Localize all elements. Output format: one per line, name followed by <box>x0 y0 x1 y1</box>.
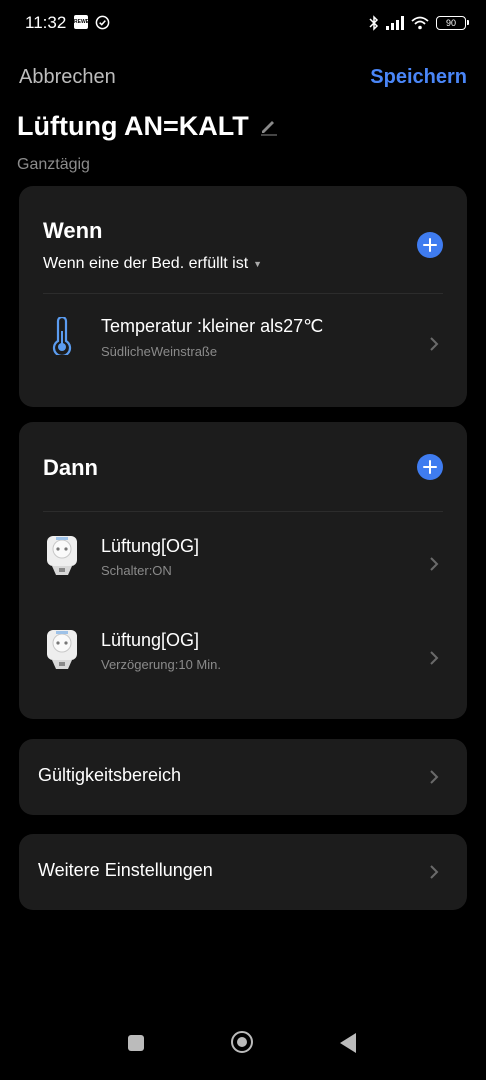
bluetooth-icon <box>369 15 379 31</box>
cancel-button[interactable]: Abbrechen <box>19 66 116 89</box>
when-title: Wenn <box>43 218 103 243</box>
more-settings-row[interactable]: Weitere Einstellungen <box>19 834 467 910</box>
recent-apps-icon[interactable] <box>128 1035 144 1051</box>
schedule-subtitle: Ganztägig <box>17 156 90 173</box>
edit-pencil-icon[interactable] <box>259 116 279 136</box>
rewe-icon: REWE <box>74 15 89 29</box>
action-row-switch[interactable]: Lüftung[OG] Schalter:ON <box>19 512 467 606</box>
condition-mode-dropdown[interactable]: Wenn eine der Bed. erfüllt ist ▼ <box>43 255 262 273</box>
system-nav-bar <box>0 1020 486 1080</box>
wifi-icon <box>411 16 429 30</box>
status-time: 11:32 <box>25 13 67 32</box>
chevron-right-icon <box>430 651 439 665</box>
battery-icon: 90 <box>436 16 469 30</box>
more-settings-label: Weitere Einstellungen <box>38 860 213 880</box>
chevron-right-icon <box>430 865 439 879</box>
save-button[interactable]: Speichern <box>370 66 467 89</box>
back-icon[interactable] <box>340 1033 356 1053</box>
then-title: Dann <box>43 455 98 480</box>
condition-title: Temperatur :kleiner als27℃ <box>101 316 324 336</box>
action-device-name: Lüftung[OG] <box>101 630 200 650</box>
smart-plug-icon <box>47 630 77 669</box>
add-action-button[interactable] <box>417 454 443 480</box>
chevron-down-icon: ▼ <box>253 259 263 269</box>
smart-plug-icon <box>47 536 77 575</box>
condition-mode-label: Wenn eine der Bed. erfüllt ist <box>43 255 249 272</box>
header: Abbrechen Speichern <box>0 66 486 94</box>
chevron-right-icon <box>430 337 439 351</box>
validity-scope-label: Gültigkeitsbereich <box>38 765 182 785</box>
when-card: Wenn Wenn eine der Bed. erfüllt ist ▼ Te… <box>19 186 467 407</box>
status-icons: 90 <box>369 13 469 33</box>
action-detail: Schalter:ON <box>101 563 172 578</box>
status-bar: 11:32 REWE 90 <box>0 0 486 46</box>
thermometer-icon <box>52 317 72 355</box>
condition-location: SüdlicheWeinstraße <box>101 344 218 359</box>
signal-icon <box>386 16 404 30</box>
chevron-right-icon <box>430 557 439 571</box>
action-device-name: Lüftung[OG] <box>101 536 200 556</box>
then-card: Dann Lüftung[OG] Schalter:ON Lüftung[OG]… <box>19 422 467 719</box>
action-row-delay[interactable]: Lüftung[OG] Verzögerung:10 Min. <box>19 606 467 700</box>
add-condition-button[interactable] <box>417 232 443 258</box>
check-circle-icon <box>95 15 110 30</box>
page-title: Lüftung AN=KALT <box>17 110 249 141</box>
home-icon[interactable] <box>231 1031 253 1053</box>
chevron-right-icon <box>430 770 439 784</box>
action-detail: Verzögerung:10 Min. <box>101 657 221 672</box>
title-row: Lüftung AN=KALT <box>17 108 279 144</box>
condition-row-temperature[interactable]: Temperatur :kleiner als27℃ SüdlicheWeins… <box>19 294 467 394</box>
validity-scope-row[interactable]: Gültigkeitsbereich <box>19 739 467 815</box>
